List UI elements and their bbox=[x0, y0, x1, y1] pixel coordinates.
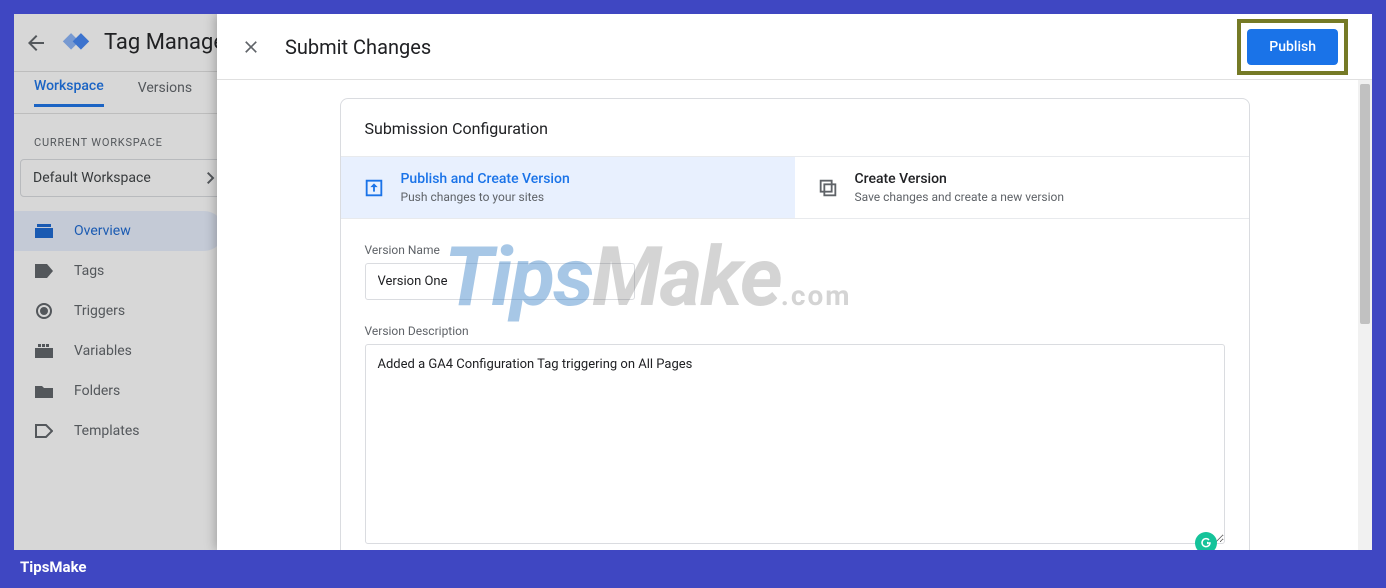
version-icon bbox=[817, 177, 839, 199]
option-subtitle: Push changes to your sites bbox=[401, 190, 570, 204]
option-subtitle: Save changes and create a new version bbox=[855, 190, 1064, 204]
modal-header: Submit Changes Publish bbox=[217, 14, 1372, 80]
scrollbar-thumb[interactable] bbox=[1360, 84, 1370, 324]
app-window: Tag Manage Workspace Versions CURRENT WO… bbox=[14, 14, 1372, 550]
version-form: Version Name Version Description bbox=[341, 219, 1249, 550]
publish-button[interactable]: Publish bbox=[1247, 29, 1338, 65]
publish-icon bbox=[363, 177, 385, 199]
vertical-scrollbar[interactable] bbox=[1358, 80, 1372, 550]
modal-body: Submission Configuration Publish and Cre… bbox=[217, 80, 1372, 550]
option-text: Publish and Create Version Push changes … bbox=[401, 171, 570, 204]
modal-title: Submit Changes bbox=[285, 35, 431, 59]
modal-header-left: Submit Changes bbox=[241, 35, 431, 59]
option-text: Create Version Save changes and create a… bbox=[855, 171, 1064, 204]
option-title: Publish and Create Version bbox=[401, 171, 570, 187]
version-desc-label: Version Description bbox=[365, 324, 1225, 338]
version-name-input[interactable] bbox=[365, 263, 635, 300]
publish-highlight-box: Publish bbox=[1237, 19, 1348, 75]
submission-config-card: Submission Configuration Publish and Cre… bbox=[340, 98, 1250, 550]
grammarly-icon[interactable] bbox=[1195, 532, 1217, 550]
card-title: Submission Configuration bbox=[341, 99, 1249, 156]
version-name-label: Version Name bbox=[365, 243, 1225, 257]
option-title: Create Version bbox=[855, 171, 1064, 187]
footer-brand: TipsMake bbox=[20, 558, 87, 576]
submit-changes-modal: Submit Changes Publish Submission Config… bbox=[217, 14, 1372, 550]
version-desc-textarea[interactable] bbox=[365, 344, 1225, 544]
close-icon[interactable] bbox=[241, 37, 261, 57]
config-options-row: Publish and Create Version Push changes … bbox=[341, 156, 1249, 219]
option-create-version[interactable]: Create Version Save changes and create a… bbox=[795, 157, 1249, 218]
option-publish-create[interactable]: Publish and Create Version Push changes … bbox=[341, 157, 795, 218]
